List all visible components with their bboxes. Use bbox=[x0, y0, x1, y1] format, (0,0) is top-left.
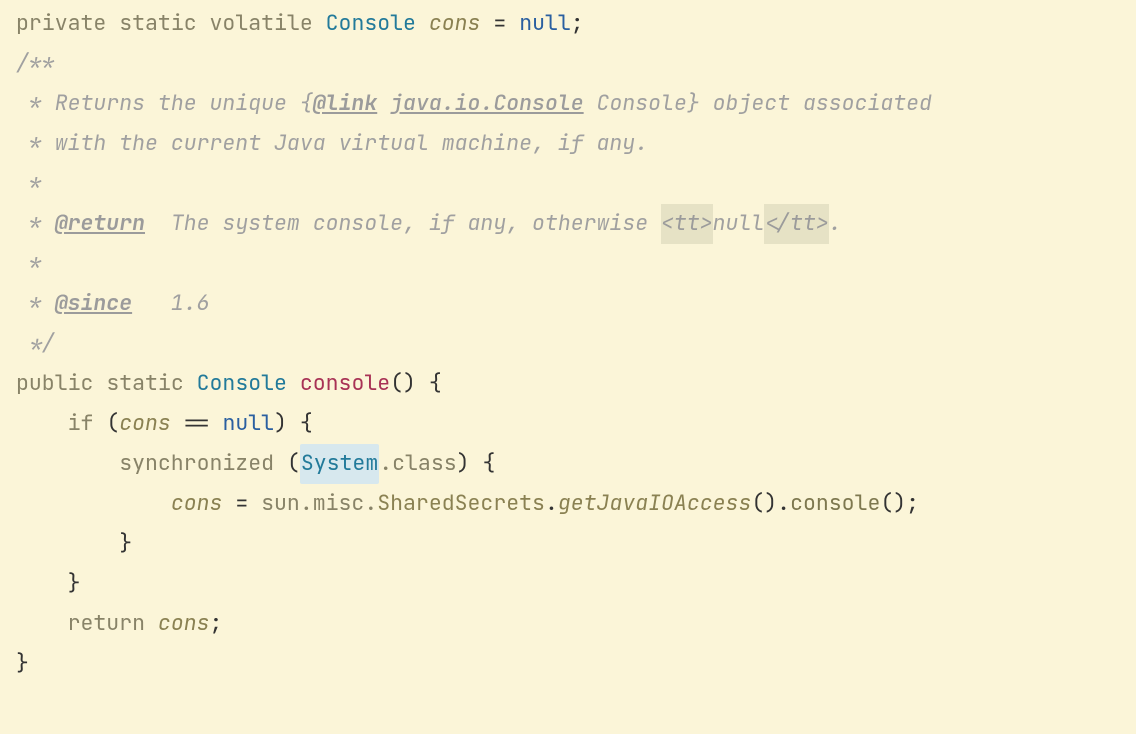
code-line[interactable]: } bbox=[16, 524, 1136, 564]
javadoc-at-since: @since bbox=[55, 284, 132, 324]
keyword-static: static bbox=[106, 364, 183, 404]
javadoc-line[interactable]: * bbox=[16, 244, 1136, 284]
javadoc-since[interactable]: * @since 1.6 bbox=[16, 284, 1136, 324]
code-line[interactable]: } bbox=[16, 644, 1136, 684]
literal-null: null bbox=[519, 4, 571, 44]
type-sharedsecrets: SharedSecrets bbox=[377, 484, 545, 524]
type-console: Console bbox=[197, 364, 287, 404]
javadoc-return[interactable]: * @return The system console, if any, ot… bbox=[16, 204, 1136, 244]
javadoc-at-link: @link bbox=[313, 84, 378, 124]
brace-close: } bbox=[119, 524, 132, 564]
semicolon: ; bbox=[571, 4, 584, 44]
code-line[interactable]: return cons; bbox=[16, 604, 1136, 644]
html-tag-tt-close: </tt> bbox=[764, 204, 829, 244]
package-sun-misc: sun.misc. bbox=[261, 484, 377, 524]
javadoc-link-target: java.io.Console bbox=[390, 84, 584, 124]
keyword-if: if bbox=[68, 404, 94, 444]
keyword-return: return bbox=[68, 604, 145, 644]
dot-class: .class bbox=[379, 449, 456, 477]
keyword-volatile: volatile bbox=[210, 4, 313, 44]
code-line[interactable]: private static volatile Console cons = n… bbox=[16, 4, 1136, 44]
code-line[interactable]: if (cons == null) { bbox=[16, 404, 1136, 444]
javadoc-line[interactable]: * with the current Java virtual machine,… bbox=[16, 124, 1136, 164]
literal-null: null bbox=[222, 404, 274, 444]
field-cons: cons bbox=[171, 484, 223, 524]
method-name-console: console bbox=[300, 364, 390, 404]
html-tag-tt-open: <tt> bbox=[661, 204, 713, 244]
method-signature[interactable]: public static Console console() { bbox=[16, 364, 1136, 404]
method-call-console: console bbox=[790, 484, 880, 524]
javadoc-open[interactable]: /** bbox=[16, 44, 1136, 84]
keyword-private: private bbox=[16, 4, 106, 44]
javadoc-line[interactable]: * bbox=[16, 164, 1136, 204]
type-system-highlighted: System bbox=[300, 444, 379, 484]
type-console: Console bbox=[326, 4, 416, 44]
method-getjavaioaccess: getJavaIOAccess bbox=[558, 484, 752, 524]
field-cons: cons bbox=[429, 4, 481, 44]
field-cons: cons bbox=[119, 404, 171, 444]
javadoc-at-return: @return bbox=[55, 204, 145, 244]
keyword-static: static bbox=[119, 4, 196, 44]
keyword-synchronized: synchronized bbox=[119, 444, 274, 484]
brace-close: } bbox=[68, 564, 81, 604]
operator-eq: = bbox=[493, 4, 506, 44]
code-line[interactable]: cons = sun.misc.SharedSecrets.getJavaIOA… bbox=[16, 484, 1136, 524]
code-line[interactable]: synchronized (System.class) { bbox=[16, 444, 1136, 484]
javadoc-close[interactable]: */ bbox=[16, 324, 1136, 364]
keyword-public: public bbox=[16, 364, 93, 404]
brace-close: } bbox=[16, 644, 29, 684]
code-editor[interactable]: private static volatile Console cons = n… bbox=[0, 0, 1136, 684]
code-line[interactable]: } bbox=[16, 564, 1136, 604]
field-cons: cons bbox=[158, 604, 210, 644]
javadoc-line[interactable]: * Returns the unique {@link java.io.Cons… bbox=[16, 84, 1136, 124]
